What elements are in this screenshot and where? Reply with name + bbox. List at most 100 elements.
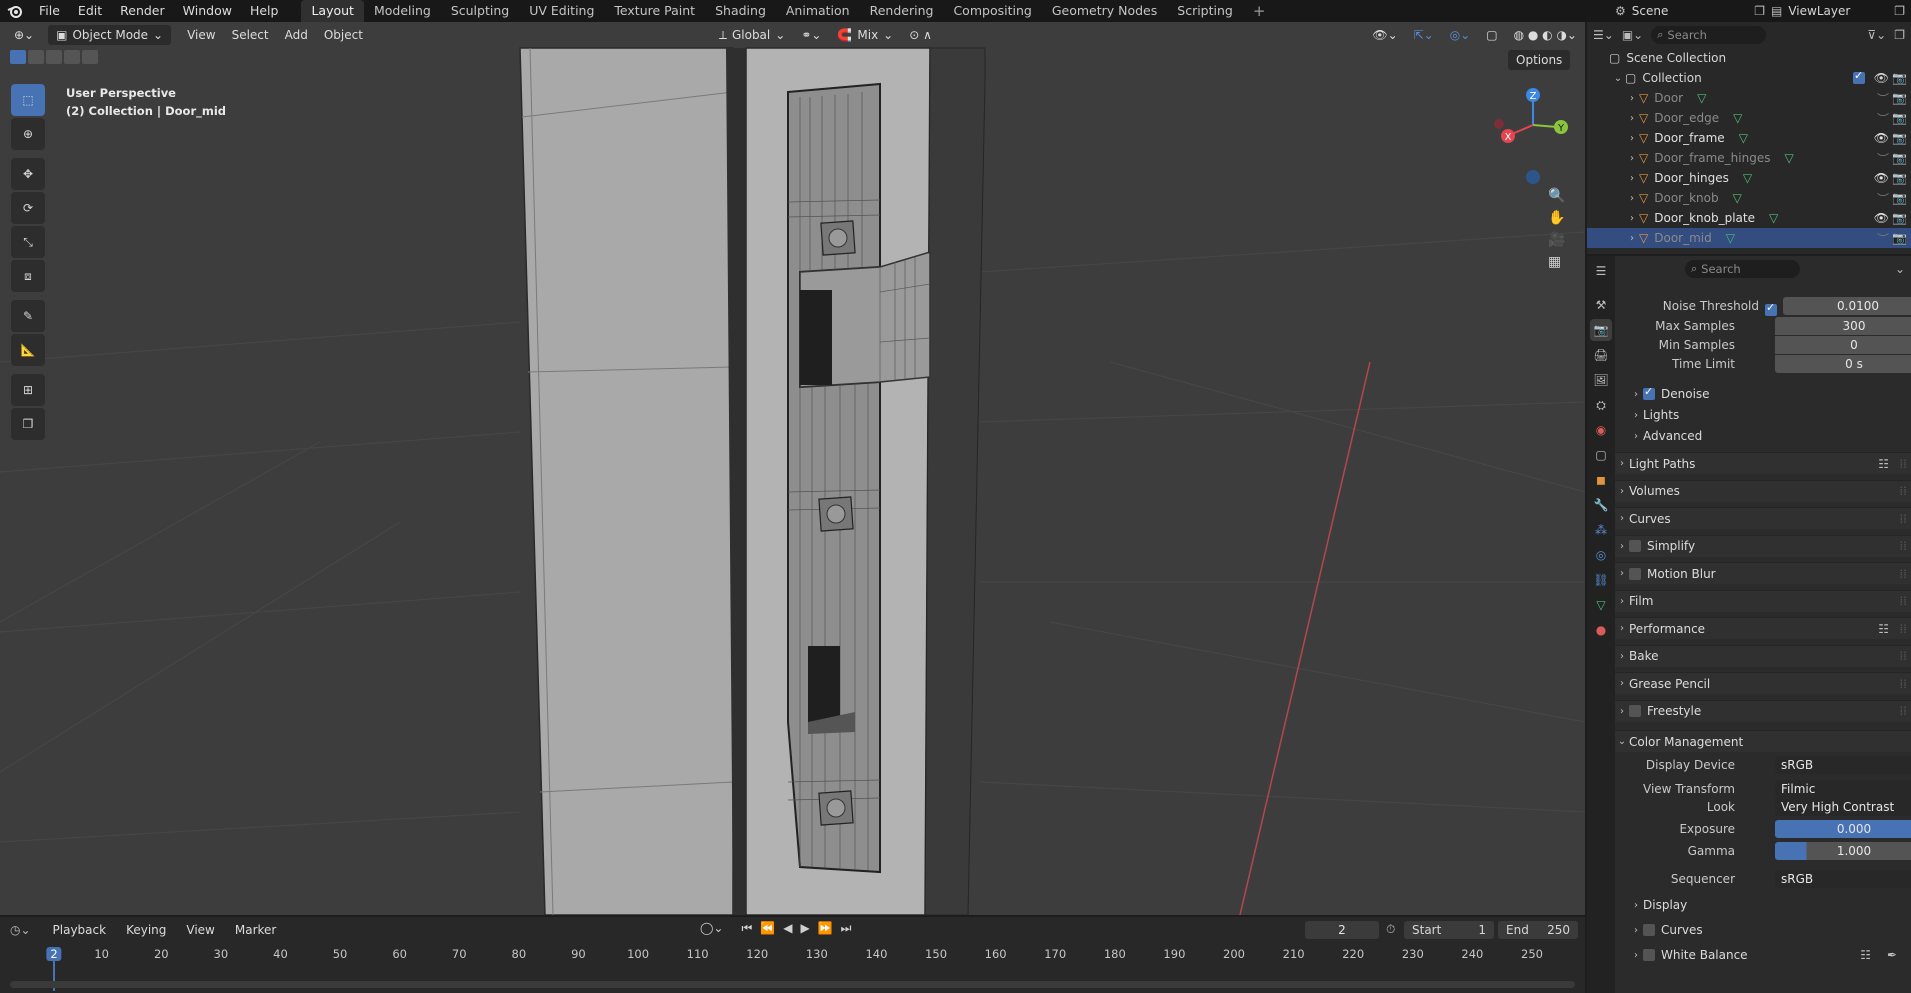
editor-type-icon[interactable]: ☰: [1590, 260, 1612, 282]
mesh-data-icon[interactable]: ▽: [1733, 191, 1742, 205]
menu-object[interactable]: Object: [316, 25, 371, 45]
scene-name[interactable]: Scene: [1632, 4, 1754, 18]
add-object-tool-icon[interactable]: ❒: [11, 408, 45, 440]
eye-icon[interactable]: 👁: [1874, 131, 1889, 145]
mesh-data-icon[interactable]: ▽: [1743, 171, 1752, 185]
timeline-scrollbar[interactable]: [10, 981, 1575, 988]
constraints-tab-icon[interactable]: ⛓: [1590, 569, 1612, 591]
display-subpanel[interactable]: › Display: [1615, 894, 1911, 916]
camera-icon[interactable]: 📷: [1892, 91, 1907, 105]
menu-edit[interactable]: Edit: [69, 0, 111, 22]
list-icon[interactable]: ☷: [1860, 948, 1871, 962]
eye-icon[interactable]: 👁: [1874, 171, 1889, 185]
camera-icon[interactable]: 📷: [1892, 211, 1907, 225]
physics-tab-icon[interactable]: ◎: [1590, 544, 1612, 566]
menu-render[interactable]: Render: [111, 0, 174, 22]
particles-tab-icon[interactable]: ⁂: [1590, 519, 1612, 541]
white-balance-subpanel[interactable]: › White Balance ☷ ✒: [1615, 944, 1911, 966]
tool-tab-icon[interactable]: ⚒: [1590, 294, 1612, 316]
perspective-toggle-icon[interactable]: ▦: [1548, 254, 1565, 270]
exposure-field[interactable]: 0.000: [1775, 820, 1911, 838]
menu-help[interactable]: Help: [241, 0, 288, 22]
select-subtract-icon[interactable]: [46, 50, 62, 64]
noise-threshold-checkbox[interactable]: [1765, 301, 1777, 316]
scene-collection-row[interactable]: ▢ Scene Collection: [1587, 48, 1911, 68]
panel-film[interactable]: › Film ⁞⁞: [1615, 589, 1911, 612]
panel-volumes[interactable]: › Volumes ⁞⁞: [1615, 479, 1911, 502]
sequencer-select[interactable]: sRGB: [1775, 870, 1911, 888]
eye-closed-icon[interactable]: ︶: [1877, 90, 1889, 107]
camera-icon[interactable]: 📷: [1892, 151, 1907, 165]
menu-select[interactable]: Select: [224, 25, 277, 45]
drag-handle-icon[interactable]: ⁞⁞: [1899, 539, 1907, 553]
outliner-object-row[interactable]: › ▽ Door_frame_hinges ▽ ︶ 📷: [1587, 148, 1911, 168]
add-cube-tool-icon[interactable]: ⊞: [11, 374, 45, 406]
select-mode-buttons[interactable]: [10, 50, 98, 64]
curves-checkbox[interactable]: [1643, 924, 1655, 936]
tab-uv-editing[interactable]: UV Editing: [519, 0, 604, 22]
chevron-right-icon[interactable]: ›: [1625, 173, 1639, 184]
tab-sculpting[interactable]: Sculpting: [441, 0, 519, 22]
add-workspace-icon[interactable]: +: [1243, 0, 1276, 22]
max-samples-field[interactable]: 300: [1775, 317, 1911, 335]
editor-type-icon[interactable]: ⊕⌄: [6, 25, 42, 45]
menu-add[interactable]: Add: [277, 25, 316, 45]
panel-simplify[interactable]: › Simplify ⁞⁞: [1615, 534, 1911, 557]
outliner-object-row[interactable]: › ▽ Door ▽ ︶ 📷: [1587, 88, 1911, 108]
gamma-field[interactable]: 1.000: [1775, 842, 1911, 860]
world-tab-icon[interactable]: ◉: [1590, 419, 1612, 441]
view-transform-select[interactable]: Filmic: [1775, 780, 1911, 798]
mode-selector[interactable]: ▣ Object Mode ⌄: [48, 25, 172, 45]
tab-geometry-nodes[interactable]: Geometry Nodes: [1042, 0, 1167, 22]
eye-closed-icon[interactable]: ︶: [1877, 230, 1889, 247]
drag-handle-icon[interactable]: ⁞⁞: [1899, 677, 1907, 691]
navigation-gizmo[interactable]: Z Y X: [1490, 82, 1570, 187]
chevron-right-icon[interactable]: ›: [1625, 233, 1639, 244]
tab-shading[interactable]: Shading: [705, 0, 776, 22]
camera-icon[interactable]: 📷: [1892, 111, 1907, 125]
eye-icon[interactable]: 👁: [1874, 71, 1889, 85]
collection-row[interactable]: ⌄ ▢ Collection 👁 📷: [1587, 68, 1911, 88]
panel-performance[interactable]: › Performance ☷ ⁞⁞: [1615, 617, 1911, 639]
drag-handle-icon[interactable]: ⁞⁞: [1899, 512, 1907, 526]
editor-type-icon[interactable]: ☰⌄: [1593, 28, 1614, 42]
move-tool-icon[interactable]: ✥: [11, 158, 45, 190]
new-collection-icon[interactable]: ❐: [1894, 28, 1905, 42]
outliner-object-row[interactable]: › ▽ Door_knob_plate ▽ 👁 📷: [1587, 208, 1911, 228]
mesh-data-icon[interactable]: ▽: [1697, 91, 1706, 105]
material-tab-icon[interactable]: ●: [1590, 619, 1612, 641]
time-limit-field[interactable]: 0 s: [1775, 355, 1911, 373]
collection-tab-icon[interactable]: ▢: [1590, 444, 1612, 466]
tab-texture-paint[interactable]: Texture Paint: [604, 0, 705, 22]
modifier-tab-icon[interactable]: 🔧: [1590, 494, 1612, 516]
annotate-tool-icon[interactable]: ✎: [11, 300, 45, 332]
min-samples-field[interactable]: 0: [1775, 336, 1911, 354]
pivot-point-icon[interactable]: ⚭⌄: [793, 25, 829, 45]
select-box-tool-icon[interactable]: ⬚: [11, 84, 45, 116]
chevron-right-icon[interactable]: ›: [1625, 193, 1639, 204]
camera-icon[interactable]: 📷: [1892, 71, 1907, 85]
snap-selector[interactable]: 🧲 Mix ⌄: [829, 25, 901, 45]
overlays-toggle-icon[interactable]: ◎⌄: [1442, 25, 1479, 45]
options-button[interactable]: Options: [1508, 50, 1571, 70]
select-new-icon[interactable]: [10, 50, 26, 64]
zoom-icon[interactable]: 🔍: [1548, 188, 1565, 204]
chevron-down-icon[interactable]: ⌄: [1895, 262, 1905, 276]
list-icon[interactable]: ☷: [1878, 622, 1889, 636]
measure-tool-icon[interactable]: 📐: [11, 334, 45, 366]
xray-toggle-icon[interactable]: ▢: [1478, 25, 1505, 45]
panel-motion-blur[interactable]: › Motion Blur ⁞⁞: [1615, 562, 1911, 584]
panel-checkbox[interactable]: [1629, 567, 1641, 580]
new-scene-icon[interactable]: ❐: [1754, 4, 1765, 18]
object-tab-icon[interactable]: ◼: [1590, 469, 1612, 491]
transform-tool-icon[interactable]: ⧈: [11, 260, 45, 292]
drag-handle-icon[interactable]: ⁞⁞: [1899, 594, 1907, 608]
camera-icon[interactable]: 📷: [1892, 191, 1907, 205]
lights-subpanel[interactable]: › Lights: [1615, 404, 1911, 426]
outliner-object-row[interactable]: › ▽ Door_hinges ▽ 👁 📷: [1587, 168, 1911, 188]
tab-animation[interactable]: Animation: [776, 0, 860, 22]
view-layer-name[interactable]: ViewLayer: [1788, 4, 1894, 18]
eye-icon[interactable]: 👁: [1874, 211, 1889, 225]
tab-modeling[interactable]: Modeling: [364, 0, 441, 22]
transform-orientation-selector[interactable]: ⟂ Global ⌄: [711, 25, 793, 45]
